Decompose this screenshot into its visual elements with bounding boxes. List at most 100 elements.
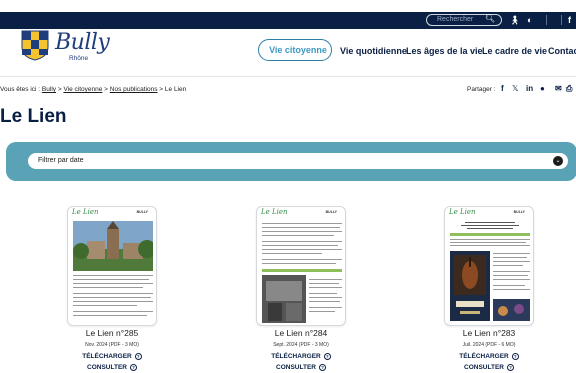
cover-text bbox=[493, 271, 530, 272]
publication-title: Le Lien n°283 bbox=[462, 328, 516, 338]
publication-title: Le Lien n°284 bbox=[274, 328, 328, 338]
cover-text bbox=[262, 249, 342, 250]
cover-text bbox=[493, 253, 530, 254]
x-icon[interactable]: 𝕏 bbox=[512, 84, 518, 93]
download-button[interactable]: TÉLÉCHARGER? bbox=[42, 353, 182, 360]
cover-text bbox=[73, 283, 153, 284]
cover-header: Le Lien BULLY bbox=[445, 207, 533, 218]
cover-masthead: Le Lien bbox=[72, 208, 99, 216]
publication-meta: Juil. 2024 (PDF - 6 MO) bbox=[462, 342, 516, 348]
email-icon[interactable]: ✉ bbox=[555, 84, 562, 93]
cover-text bbox=[262, 223, 342, 224]
date-filter-select[interactable]: Filtrer par date ⌄ bbox=[28, 153, 568, 169]
breadcrumb-current: Le Lien bbox=[164, 86, 187, 93]
help-icon: ? bbox=[129, 364, 137, 371]
cover-text bbox=[493, 265, 523, 266]
cover-text bbox=[73, 305, 137, 306]
cover-masthead: Le Lien bbox=[449, 208, 476, 216]
nav-vie-quotidienne[interactable]: Vie quotidienne bbox=[340, 46, 407, 56]
cover-text bbox=[467, 228, 513, 229]
download-button[interactable]: TÉLÉCHARGER? bbox=[419, 353, 559, 360]
chevron-down-icon: ⌄ bbox=[553, 156, 563, 166]
publication-meta: Nov. 2024 (PDF - 3 MO) bbox=[85, 342, 139, 348]
publication-meta: Sept. 2024 (PDF - 3 MO) bbox=[273, 342, 329, 348]
nav-ages-de-la-vie[interactable]: Les âges de la vie bbox=[406, 46, 483, 56]
publication-cover[interactable]: Le Lien BULLY bbox=[67, 206, 157, 326]
cover-text bbox=[73, 293, 153, 294]
breadcrumb-vie-citoyenne[interactable]: Vie citoyenne bbox=[63, 86, 102, 93]
cover-text bbox=[262, 227, 340, 228]
facebook-icon[interactable]: f bbox=[501, 84, 504, 93]
help-icon: ? bbox=[506, 364, 514, 371]
print-icon[interactable]: ⎙ bbox=[566, 84, 572, 94]
cover-text bbox=[73, 275, 153, 276]
cover-text bbox=[450, 245, 530, 246]
cover-text bbox=[493, 285, 525, 286]
coat-of-arms-icon[interactable] bbox=[21, 30, 49, 61]
cover-text bbox=[461, 225, 519, 226]
cover-poster bbox=[450, 251, 490, 321]
download-button[interactable]: TÉLÉCHARGER? bbox=[231, 353, 371, 360]
download-label: TÉLÉCHARGER bbox=[271, 353, 321, 361]
cover-text bbox=[309, 293, 337, 294]
linkedin-icon[interactable]: in bbox=[526, 84, 533, 93]
consult-label: CONSULTER bbox=[464, 364, 504, 372]
consult-button[interactable]: CONSULTER? bbox=[42, 364, 182, 371]
cover-header: Le Lien BULLY bbox=[68, 207, 156, 218]
download-label: TÉLÉCHARGER bbox=[82, 353, 132, 361]
cover-photo bbox=[493, 299, 530, 321]
accessibility-icon[interactable]: 🚶︎ bbox=[509, 14, 520, 26]
search-input[interactable]: Rechercher 🔍︎ bbox=[426, 14, 502, 26]
cover-text bbox=[73, 311, 153, 312]
cover-section-band bbox=[262, 269, 342, 272]
top-strip bbox=[0, 0, 576, 12]
consult-button[interactable]: CONSULTER? bbox=[419, 364, 559, 371]
cover-text bbox=[262, 231, 342, 232]
cover-text bbox=[262, 259, 342, 260]
cover-text bbox=[73, 301, 153, 302]
cover-text bbox=[262, 241, 342, 242]
download-label: TÉLÉCHARGER bbox=[459, 353, 509, 361]
consult-label: CONSULTER bbox=[87, 364, 127, 372]
cover-text bbox=[262, 263, 336, 264]
cover-masthead: Le Lien bbox=[261, 208, 288, 216]
cover-text bbox=[450, 239, 530, 240]
accessibility-contrast-icon[interactable]: ◐ bbox=[527, 14, 532, 26]
cover-text bbox=[493, 275, 528, 276]
nav-vie-citoyenne[interactable]: Vie citoyenne bbox=[258, 39, 332, 61]
publication-cover[interactable]: Le Lien BULLY bbox=[256, 206, 346, 326]
search-icon[interactable]: 🔍︎ bbox=[485, 14, 495, 24]
breadcrumb-separator: > bbox=[57, 86, 62, 93]
nav-cadre-de-vie[interactable]: Le cadre de vie bbox=[482, 46, 547, 56]
cover-text bbox=[309, 307, 342, 308]
cover-photo bbox=[262, 275, 306, 323]
publication-cover[interactable]: Le Lien BULLY bbox=[444, 206, 534, 326]
cover-text bbox=[309, 287, 342, 288]
consult-button[interactable]: CONSULTER? bbox=[231, 364, 371, 371]
cover-town: BULLY bbox=[325, 210, 337, 214]
consult-label: CONSULTER bbox=[276, 364, 316, 372]
cover-text bbox=[493, 257, 527, 258]
nav-contact[interactable]: Contact bbox=[548, 46, 576, 56]
breadcrumb-separator: > bbox=[159, 86, 164, 93]
cover-text bbox=[309, 297, 342, 298]
share-label: Partager : bbox=[467, 86, 496, 93]
cover-text bbox=[493, 289, 530, 290]
breadcrumb-bully[interactable]: Bully bbox=[42, 86, 56, 93]
cover-text bbox=[450, 242, 526, 243]
whatsapp-icon[interactable]: ● bbox=[540, 84, 545, 93]
cover-text bbox=[309, 283, 339, 284]
logo-text[interactable]: Bully bbox=[55, 30, 110, 55]
cover-town: BULLY bbox=[136, 210, 148, 214]
logo-subtitle: Rhône bbox=[69, 55, 89, 62]
cover-text bbox=[309, 311, 335, 312]
breadcrumb-nos-publications[interactable]: Nos publications bbox=[110, 86, 158, 93]
facebook-icon[interactable]: f bbox=[568, 14, 571, 26]
cover-text bbox=[309, 279, 342, 280]
cover-text bbox=[73, 315, 147, 316]
cover-town: BULLY bbox=[513, 210, 525, 214]
search-placeholder: Rechercher bbox=[437, 16, 474, 23]
help-icon: ? bbox=[323, 353, 331, 360]
help-icon: ? bbox=[318, 364, 326, 371]
help-icon: ? bbox=[511, 353, 519, 360]
